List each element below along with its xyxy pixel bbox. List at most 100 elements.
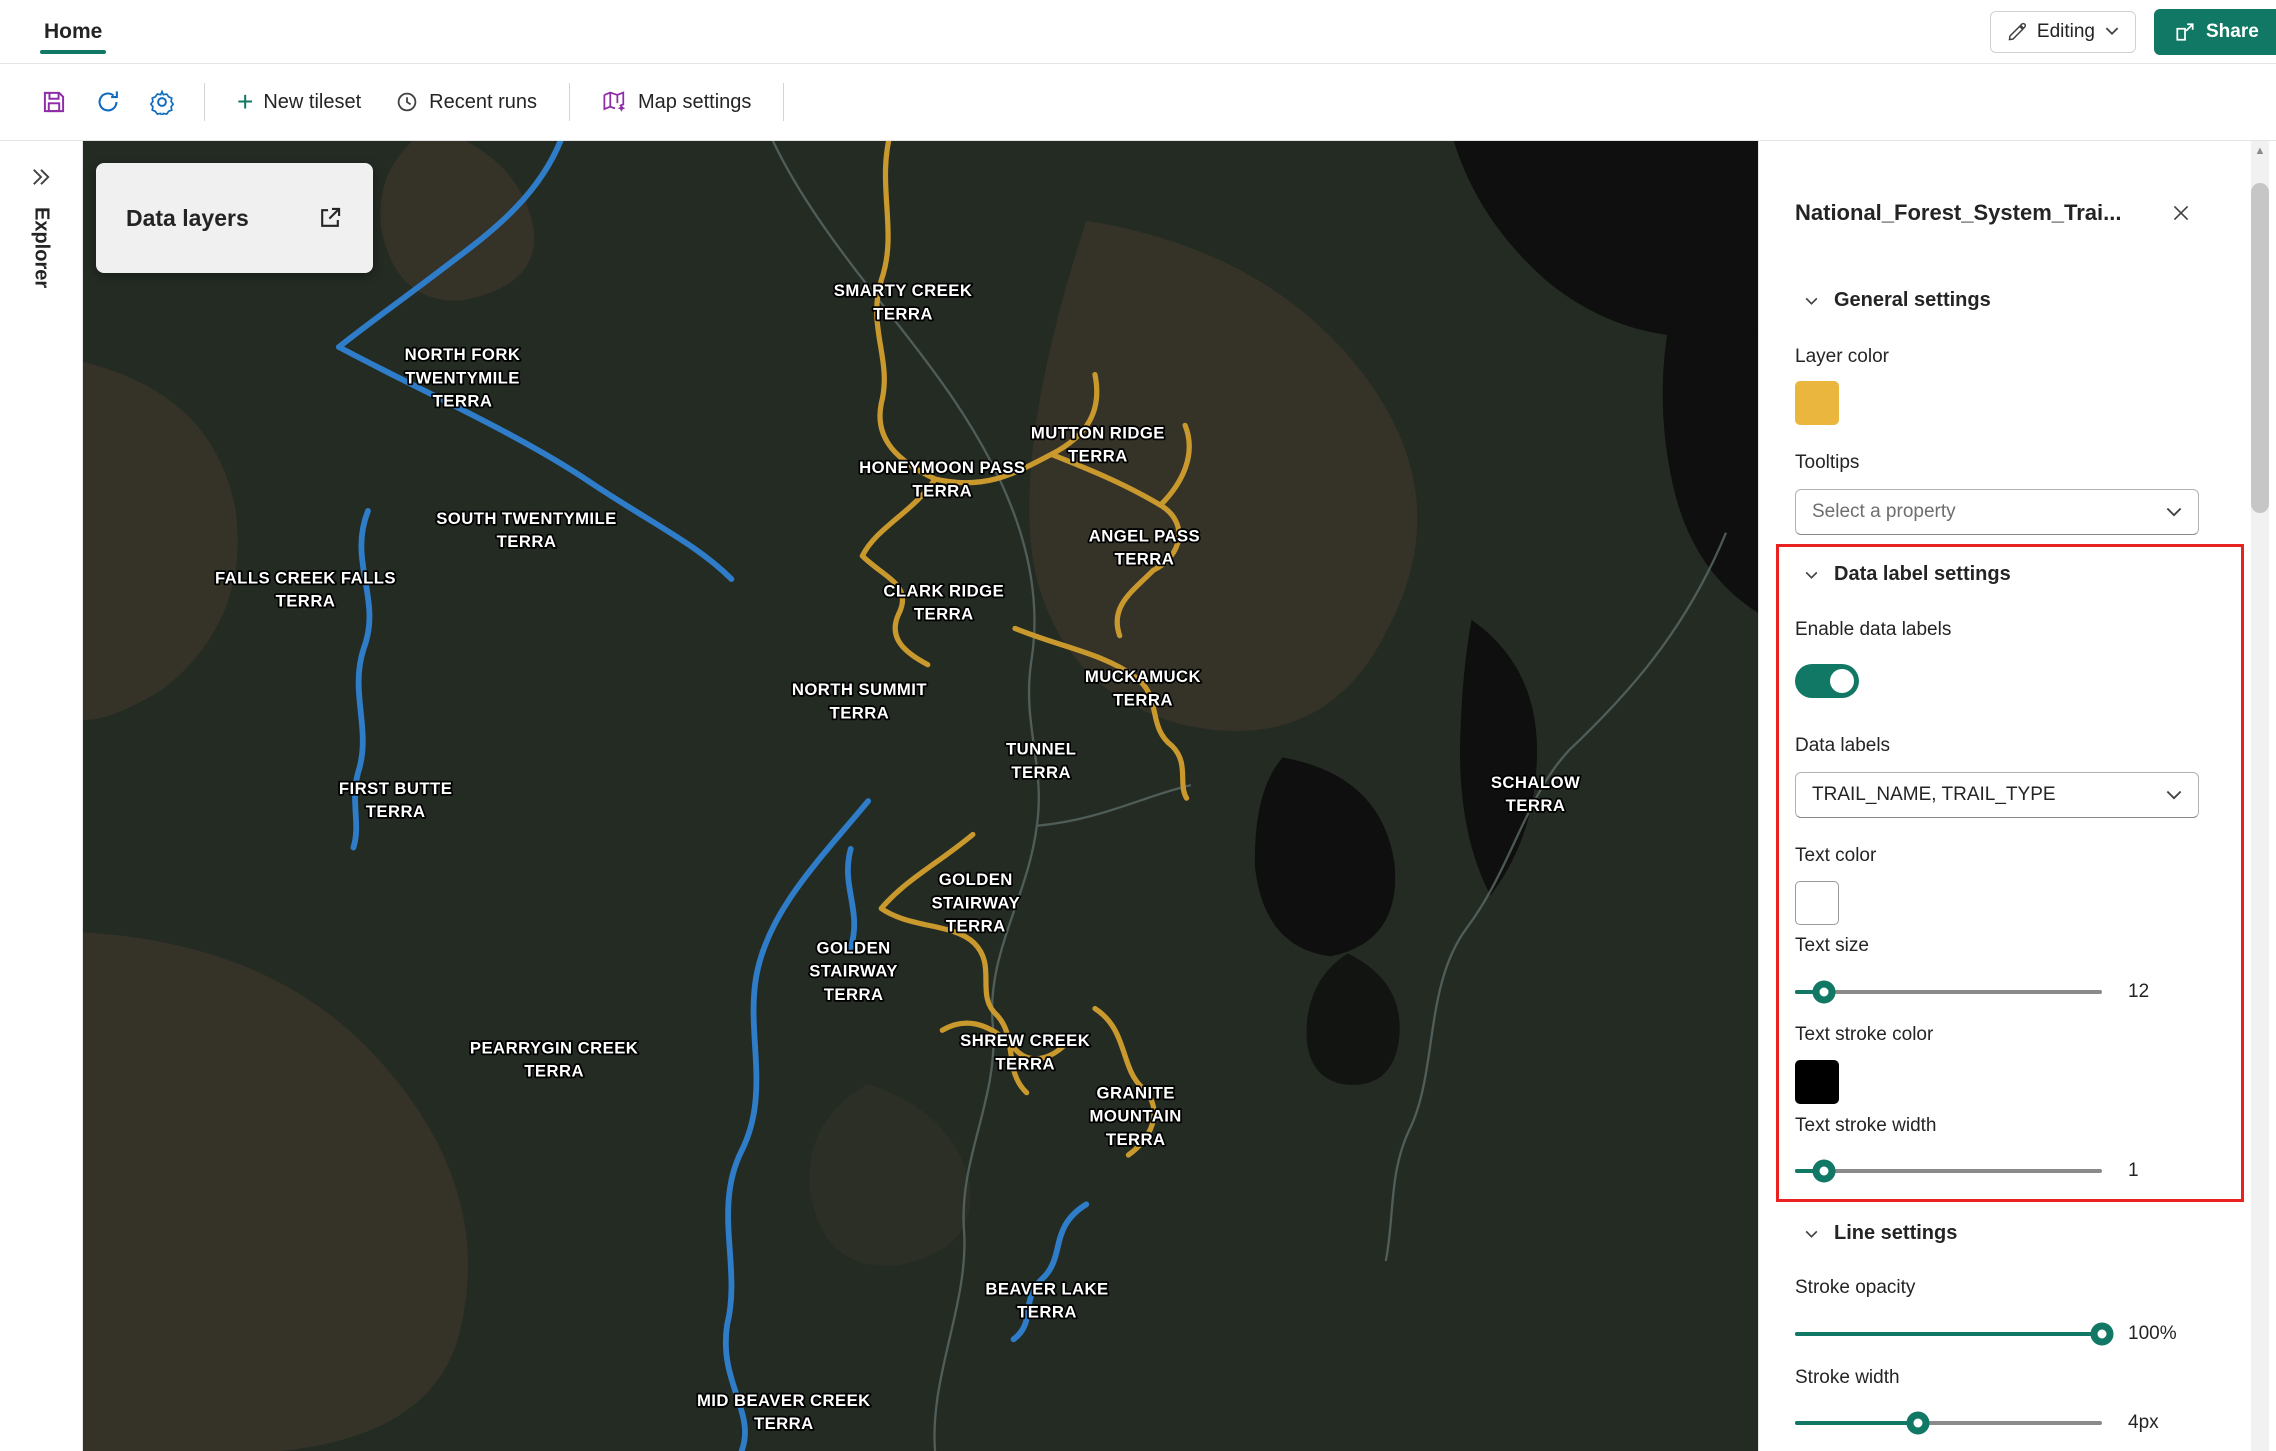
text-stroke-width-slider-row: 1 — [1795, 1159, 2199, 1183]
line-settings-header[interactable]: Line settings — [1795, 1222, 2199, 1245]
topbar-actions: Editing Share — [1990, 9, 2276, 55]
slider-thumb[interactable] — [1906, 1412, 1929, 1435]
editing-mode-button[interactable]: Editing — [1990, 11, 2136, 53]
tab-home[interactable]: Home — [36, 4, 110, 60]
svg-text:NORTH SUMMIT: NORTH SUMMIT — [792, 680, 928, 699]
scrollbar[interactable]: ▲ — [2246, 141, 2276, 1451]
svg-text:MUCKAMUCK: MUCKAMUCK — [1085, 667, 1201, 686]
save-button[interactable] — [30, 78, 78, 126]
map-settings-button[interactable]: Map settings — [588, 78, 765, 126]
close-panel-button[interactable] — [2163, 195, 2199, 231]
plus-icon: + — [237, 88, 253, 116]
explorer-panel-collapsed[interactable]: Explorer — [0, 141, 83, 1451]
main-content: Explorer — [0, 141, 2276, 1451]
data-label-settings-header[interactable]: Data label settings — [1795, 563, 2199, 586]
svg-text:GOLDEN: GOLDEN — [939, 870, 1013, 889]
stroke-opacity-label: Stroke opacity — [1795, 1277, 2199, 1299]
text-color-swatch[interactable] — [1795, 881, 1839, 925]
recent-runs-button[interactable]: Recent runs — [381, 78, 551, 126]
map-settings-label: Map settings — [638, 91, 751, 114]
close-icon — [2170, 202, 2192, 224]
scrollbar-up-arrow[interactable]: ▲ — [2251, 145, 2269, 157]
svg-text:TERRA: TERRA — [914, 605, 974, 624]
svg-text:TWENTYMILE: TWENTYMILE — [405, 368, 520, 387]
svg-text:TERRA: TERRA — [912, 481, 972, 500]
svg-text:TERRA: TERRA — [433, 391, 493, 410]
pencil-icon — [2007, 22, 2027, 42]
data-labels-dropdown-value: TRAIL_NAME, TRAIL_TYPE — [1812, 784, 2056, 806]
slider-thumb[interactable] — [1813, 981, 1836, 1004]
refresh-button[interactable] — [84, 78, 132, 126]
svg-text:MID BEAVER CREEK: MID BEAVER CREEK — [697, 1391, 871, 1410]
open-in-panel-icon — [317, 205, 343, 231]
general-settings-header[interactable]: General settings — [1795, 289, 2199, 312]
svg-text:GOLDEN: GOLDEN — [817, 938, 891, 957]
svg-text:TERRA: TERRA — [1106, 1130, 1166, 1149]
enable-data-labels-label: Enable data labels — [1795, 619, 2199, 641]
svg-text:STAIRWAY: STAIRWAY — [931, 893, 1020, 912]
layer-settings-panel: National_Forest_System_Trai... General s… — [1758, 141, 2246, 1451]
chevron-down-icon — [1803, 292, 1820, 309]
stroke-opacity-value: 100% — [2128, 1323, 2177, 1345]
recent-runs-label: Recent runs — [429, 91, 537, 114]
data-label-settings-label: Data label settings — [1834, 563, 2011, 586]
chevron-down-icon — [1803, 566, 1820, 583]
data-layers-label: Data layers — [126, 205, 249, 232]
svg-text:SMARTY CREEK: SMARTY CREEK — [834, 281, 973, 300]
explorer-label: Explorer — [30, 207, 53, 288]
save-icon — [41, 89, 67, 115]
share-icon — [2174, 21, 2196, 43]
svg-text:CLARK RIDGE: CLARK RIDGE — [883, 582, 1004, 601]
text-stroke-color-swatch[interactable] — [1795, 1060, 1839, 1104]
settings-button[interactable] — [138, 78, 186, 126]
scrollbar-thumb[interactable] — [2251, 183, 2269, 513]
text-size-value: 12 — [2128, 981, 2149, 1003]
map-render: SMARTY CREEKTERRANORTH FORKTWENTYMILETER… — [83, 141, 1758, 1451]
svg-text:TERRA: TERRA — [830, 703, 890, 722]
tooltips-dropdown[interactable]: Select a property — [1795, 489, 2199, 535]
text-color-label: Text color — [1795, 845, 2199, 867]
svg-text:STAIRWAY: STAIRWAY — [809, 962, 898, 981]
svg-text:TUNNEL: TUNNEL — [1006, 740, 1076, 759]
data-layers-button[interactable]: Data layers — [96, 163, 373, 273]
chevron-down-icon — [2105, 27, 2119, 36]
tooltips-label: Tooltips — [1795, 452, 2199, 474]
svg-text:TERRA: TERRA — [873, 304, 933, 323]
svg-text:SHREW CREEK: SHREW CREEK — [960, 1031, 1090, 1050]
stroke-width-slider[interactable] — [1795, 1421, 2102, 1425]
toggle-knob — [1830, 669, 1854, 693]
svg-text:HONEYMOON PASS: HONEYMOON PASS — [859, 458, 1025, 477]
recent-runs-icon — [395, 90, 419, 114]
text-size-slider[interactable] — [1795, 990, 2102, 994]
text-size-slider-row: 12 — [1795, 980, 2199, 1004]
editing-mode-label: Editing — [2037, 21, 2095, 43]
svg-text:ANGEL PASS: ANGEL PASS — [1089, 526, 1200, 545]
layer-color-swatch[interactable] — [1795, 381, 1839, 425]
new-tileset-button[interactable]: + New tileset — [223, 78, 375, 126]
svg-text:TERRA: TERRA — [1115, 550, 1175, 569]
text-stroke-width-slider[interactable] — [1795, 1169, 2102, 1173]
chevron-down-icon — [2166, 507, 2182, 518]
chevron-down-icon — [1803, 1225, 1820, 1242]
slider-thumb[interactable] — [2091, 1323, 2114, 1346]
svg-text:TERRA: TERRA — [524, 1062, 584, 1081]
stroke-opacity-slider[interactable] — [1795, 1332, 2102, 1336]
svg-text:TERRA: TERRA — [276, 592, 336, 611]
gear-icon — [149, 89, 175, 115]
svg-text:FALLS CREEK FALLS: FALLS CREEK FALLS — [215, 568, 396, 587]
new-tileset-label: New tileset — [263, 91, 361, 114]
svg-text:TERRA: TERRA — [1506, 796, 1566, 815]
chevron-down-icon — [2166, 790, 2182, 801]
svg-text:TERRA: TERRA — [1011, 763, 1071, 782]
tab-home-label: Home — [44, 20, 102, 43]
active-tab-underline — [40, 50, 106, 54]
svg-text:PEARRYGIN CREEK: PEARRYGIN CREEK — [470, 1039, 638, 1058]
data-labels-dropdown[interactable]: TRAIL_NAME, TRAIL_TYPE — [1795, 772, 2199, 818]
top-bar: Home Editing Share — [0, 0, 2276, 64]
share-button[interactable]: Share — [2154, 9, 2276, 55]
slider-thumb[interactable] — [1813, 1160, 1836, 1183]
map-settings-icon — [602, 89, 628, 115]
map-canvas[interactable]: SMARTY CREEKTERRANORTH FORKTWENTYMILETER… — [83, 141, 1758, 1451]
text-stroke-width-label: Text stroke width — [1795, 1115, 2199, 1137]
enable-data-labels-toggle[interactable] — [1795, 664, 1859, 698]
